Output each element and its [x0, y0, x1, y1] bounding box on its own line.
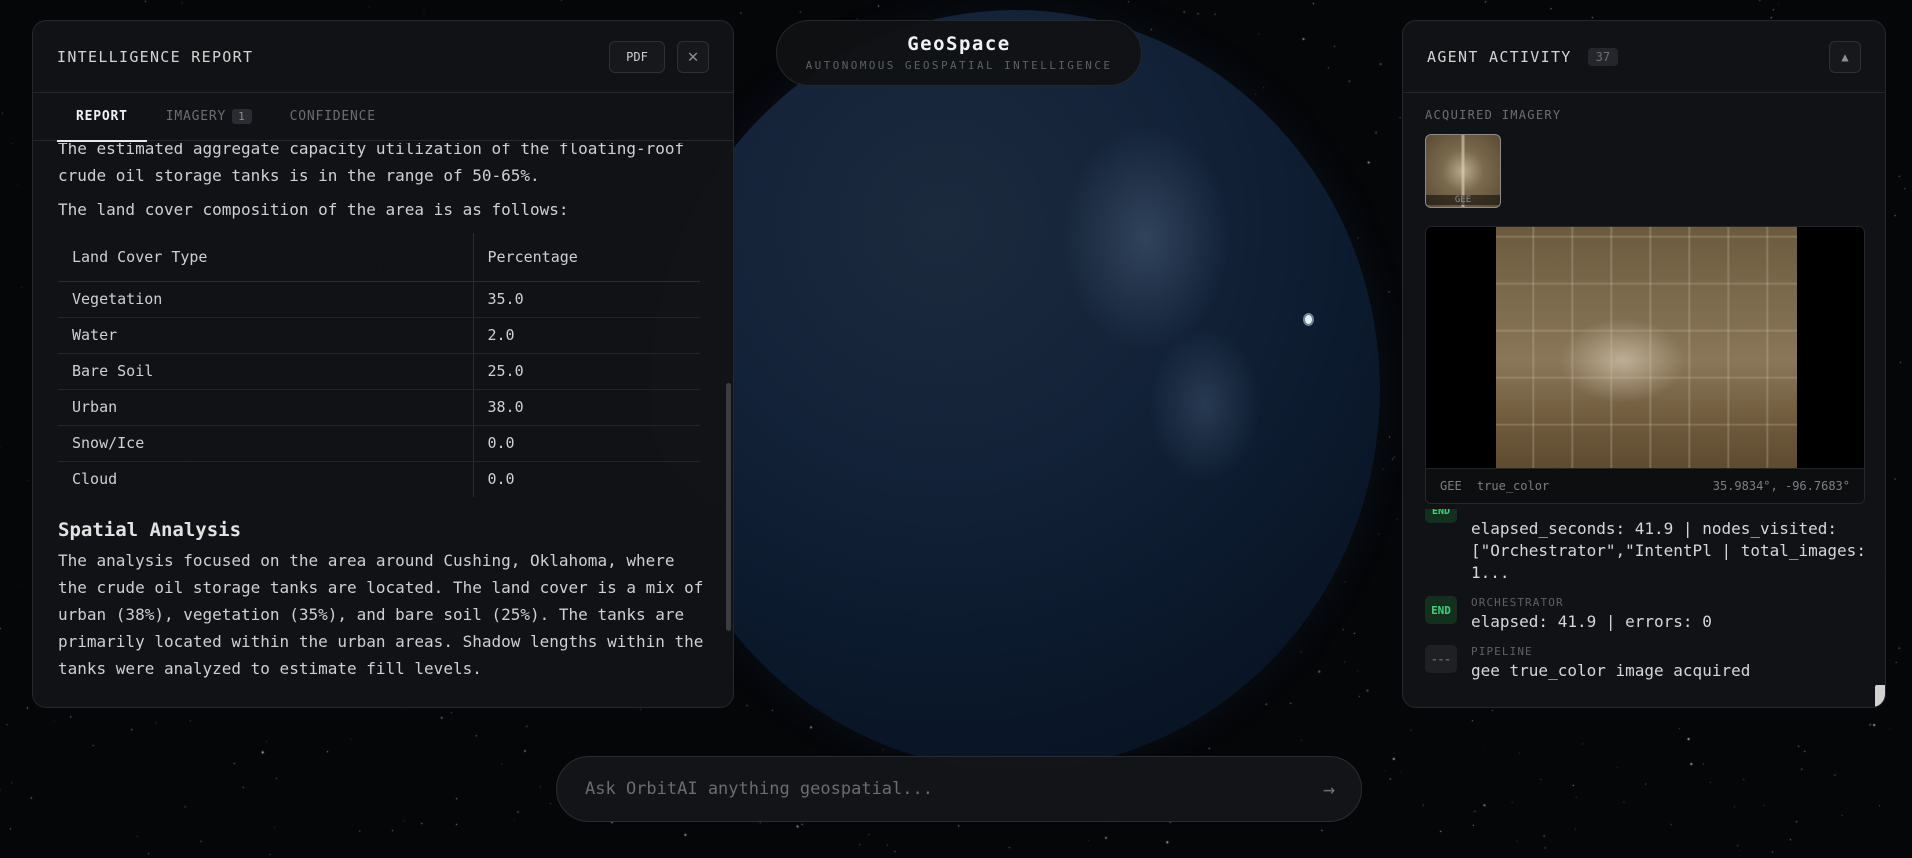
table-cell: Snow/Ice	[58, 425, 474, 462]
table-row: Bare Soil 25.0	[58, 353, 700, 390]
table-row: Snow/Ice 0.0	[58, 425, 700, 462]
land-cover-intro: The land cover composition of the area i…	[58, 200, 569, 219]
log-entry: --- PIPELINE gee true_color image acquir…	[1425, 645, 1871, 682]
log-body: ORCHESTRATOR elapsed: 41.9 | errors: 0	[1471, 596, 1712, 633]
triangle-up-icon[interactable]: ▲	[1829, 40, 1861, 73]
log-body: elapsed_seconds: 41.9 | nodes_visited: […	[1471, 518, 1871, 584]
table-header-row: Land Cover Type Percentage	[58, 233, 700, 282]
activity-count-badge: 37	[1587, 47, 1619, 66]
table-cell: Bare Soil	[58, 353, 474, 390]
viewer-footer: GEE true_color 35.9834°, -96.7683°	[1426, 468, 1864, 503]
arrow-right-icon[interactable]: →	[1323, 777, 1335, 801]
imagery-viewer[interactable]: GEE true_color 35.9834°, -96.7683°	[1425, 226, 1865, 504]
table-cell: 25.0	[473, 353, 700, 390]
report-header: INTELLIGENCE REPORT PDF ✕	[33, 21, 733, 93]
section-heading: Spatial Analysis	[58, 519, 242, 541]
acquired-imagery-label: ACQUIRED IMAGERY	[1425, 108, 1562, 122]
table-cell: Vegetation	[58, 281, 474, 318]
close-icon[interactable]: ✕	[677, 40, 709, 73]
table-row: Urban 38.0	[58, 389, 700, 426]
activity-title-group: AGENT ACTIVITY 37	[1427, 47, 1619, 66]
imagery-count-badge: 1	[232, 109, 252, 124]
earth-globe[interactable]	[650, 10, 1380, 770]
table-cell: 2.0	[473, 317, 700, 354]
column-header: Percentage	[473, 233, 700, 282]
log-body: PIPELINE gee true_color image acquired	[1471, 645, 1750, 682]
viewer-meta: GEE true_color	[1440, 479, 1557, 493]
report-tabs: REPORT IMAGERY 1 CONFIDENCE	[33, 93, 733, 142]
viewer-coordinates: 35.9834°, -96.7683°	[1712, 479, 1850, 493]
report-content[interactable]: The estimated aggregate capacity utiliza…	[33, 143, 733, 707]
log-text: elapsed: 41.9 | errors: 0	[1471, 612, 1712, 631]
land-cover-table: Land Cover Type Percentage Vegetation 35.…	[58, 233, 700, 497]
table-cell: Urban	[58, 389, 474, 426]
log-source: PIPELINE	[1471, 645, 1533, 658]
viewer-source: GEE	[1440, 479, 1462, 493]
chip-spacer	[1425, 518, 1457, 584]
table-cell: Cloud	[58, 461, 474, 497]
imagery-thumbnail[interactable]: GEE	[1425, 134, 1501, 208]
query-input[interactable]	[585, 779, 1323, 799]
log-entry: END ORCHESTRATOR elapsed: 41.9 | errors:…	[1425, 596, 1871, 633]
query-bar: →	[556, 756, 1362, 822]
utilization-paragraph: The estimated aggregate capacity utiliza…	[58, 143, 685, 185]
tab-report[interactable]: REPORT	[57, 93, 147, 142]
log-source: ORCHESTRATOR	[1471, 596, 1564, 609]
report-actions: PDF ✕	[609, 40, 709, 73]
tab-imagery-label: IMAGERY	[165, 109, 227, 124]
status-chip-end: END	[1425, 596, 1457, 624]
activity-header: AGENT ACTIVITY 37 ▲	[1403, 21, 1885, 93]
app-title: GeoSpace	[907, 33, 1011, 55]
app-header: GeoSpace AUTONOMOUS GEOSPATIAL INTELLIGE…	[776, 20, 1142, 86]
table-cell: Water	[58, 317, 474, 354]
activity-title: AGENT ACTIVITY	[1427, 47, 1572, 66]
tab-imagery[interactable]: IMAGERY 1	[147, 93, 271, 141]
activity-log[interactable]: elapsed_seconds: 41.9 | nodes_visited: […	[1425, 518, 1871, 694]
tab-confidence-label: CONFIDENCE	[289, 109, 376, 124]
column-header: Land Cover Type	[58, 233, 474, 282]
report-title: INTELLIGENCE REPORT	[57, 47, 254, 66]
intelligence-report-panel: INTELLIGENCE REPORT PDF ✕ REPORT IMAGERY…	[32, 20, 734, 708]
satellite-image	[1496, 227, 1797, 470]
log-text: gee true_color image acquired	[1471, 661, 1751, 680]
table-row: Vegetation 35.0	[58, 281, 700, 318]
app-tagline: AUTONOMOUS GEOSPATIAL INTELLIGENCE	[805, 59, 1113, 72]
status-chip-pending: ---	[1425, 645, 1457, 673]
spatial-analysis-paragraph: The analysis focused on the area around …	[58, 551, 704, 678]
tab-report-label: REPORT	[76, 109, 128, 124]
table-cell: 38.0	[473, 389, 700, 426]
log-entry: elapsed_seconds: 41.9 | nodes_visited: […	[1425, 518, 1871, 584]
report-scrollbar[interactable]	[726, 383, 731, 631]
table-row: Cloud 0.0	[58, 461, 700, 497]
location-marker-icon[interactable]	[1303, 313, 1314, 326]
thumbnail-source-label: GEE	[1426, 195, 1500, 205]
log-text: elapsed_seconds: 41.9 | nodes_visited: […	[1471, 519, 1866, 582]
table-cell: 0.0	[473, 425, 700, 462]
pdf-button[interactable]: PDF	[609, 40, 665, 73]
table-cell: 35.0	[473, 281, 700, 318]
tab-confidence[interactable]: CONFIDENCE	[271, 93, 395, 141]
table-row: Water 2.0	[58, 317, 700, 354]
viewer-product: true_color	[1476, 479, 1550, 493]
table-cell: 0.0	[487, 470, 515, 489]
agent-activity-panel: AGENT ACTIVITY 37 ▲ ACQUIRED IMAGERY GEE…	[1402, 20, 1886, 708]
